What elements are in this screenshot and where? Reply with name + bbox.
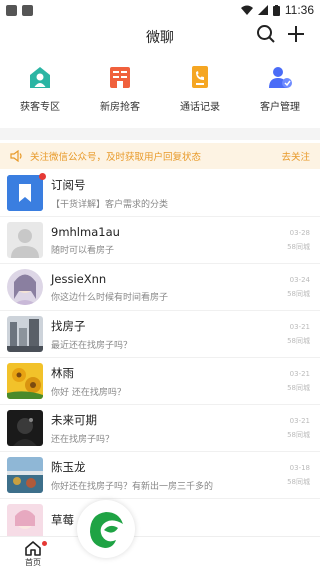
conversation-date: 03-21 [289, 370, 310, 378]
avatar [7, 222, 43, 258]
conversation-preview: 你好 还在找房吗？ [51, 387, 126, 398]
conversation-date: 03-28 [289, 229, 310, 237]
quick-action-call-log[interactable]: 通话记录 [160, 60, 240, 120]
quick-action-label: 通话记录 [180, 102, 220, 113]
conversation-preview: 还在找房子吗？ [51, 434, 115, 445]
conversation-row[interactable]: 找房子 最近还在找房子吗？ 03-21 58同城 [0, 311, 320, 358]
wifi-icon [240, 5, 253, 15]
page-title: 微聊 [146, 30, 174, 46]
conversation-preview: 随时可以看房子 [51, 245, 115, 256]
conversation-row[interactable]: JessieXnn 你这边什么时候有时间看房子 03-24 58同城 [0, 264, 320, 311]
avatar [7, 457, 43, 493]
header: 微聊 [0, 20, 320, 54]
avatar [7, 269, 43, 305]
avatar [7, 504, 43, 540]
conversation-preview: 最近还在找房子吗？ [51, 340, 133, 351]
unread-dot [39, 173, 46, 180]
avatar [7, 316, 43, 352]
notice-text: 关注微信公众号，及时获取用户回复状态 [30, 152, 202, 163]
quick-action-label: 客户管理 [260, 102, 300, 113]
bottom-tab-bar: 首页 [0, 536, 320, 570]
conversation-name: 找房子 [51, 318, 86, 333]
conversation-date: 03-21 [289, 323, 310, 331]
notice-bar[interactable]: 关注微信公众号，及时获取用户回复状态 去关注 [0, 143, 320, 169]
conversation-source: 58同城 [287, 243, 310, 251]
status-bar: 11:36 [0, 0, 320, 20]
conversation-date: 03-18 [289, 464, 310, 472]
conversation-name: 订阅号 [51, 177, 86, 192]
conversation-preview: 你这边什么时候有时间看房子 [51, 292, 169, 303]
conversation-list: 订阅号 【干货详解】客户需求的分类 9mhlma1au 随时可以看房子 03-2… [0, 170, 320, 546]
user-manage-icon [267, 64, 293, 90]
add-icon[interactable] [286, 24, 306, 44]
status-time: 11:36 [284, 3, 314, 17]
battery-icon [272, 4, 280, 16]
conversation-name: 未来可期 [51, 412, 97, 427]
tab-home[interactable]: 首页 [20, 540, 47, 568]
house-user-icon [27, 64, 53, 90]
conversation-row[interactable]: 订阅号 【干货详解】客户需求的分类 [0, 170, 320, 217]
quick-action-lead-zone[interactable]: 获客专区 [0, 60, 80, 120]
conversation-date: 03-24 [289, 276, 310, 284]
app-logo [77, 500, 135, 558]
conversation-row[interactable]: 陈玉龙 你好还在找房子吗？有新出一房三千多的 03-18 58同城 [0, 452, 320, 499]
conversation-preview: 【干货详解】客户需求的分类 [51, 199, 169, 210]
conversation-source: 58同城 [287, 290, 310, 298]
quick-action-customer-manage[interactable]: 客户管理 [240, 60, 320, 120]
notification-icons [6, 4, 33, 16]
quick-action-label: 新房抢客 [100, 102, 140, 113]
conversation-source: 58同城 [287, 431, 310, 439]
avatar [7, 173, 46, 211]
conversation-row[interactable]: 林雨 你好 还在找房吗？ 03-21 58同城 [0, 358, 320, 405]
signal-icon [257, 5, 268, 15]
avatar [7, 410, 43, 446]
bookmark-icon [7, 175, 43, 211]
conversation-row[interactable]: 未来可期 还在找房子吗？ 03-21 58同城 [0, 405, 320, 452]
conversation-name: JessieXnn [51, 271, 107, 286]
building-icon [107, 64, 133, 90]
conversation-source: 58同城 [287, 337, 310, 345]
leaf-logo-icon [90, 512, 123, 548]
conversation-row[interactable]: 9mhlma1au 随时可以看房子 03-28 58同城 [0, 217, 320, 264]
conversation-source: 58同城 [287, 384, 310, 392]
speaker-icon [10, 150, 22, 162]
conversation-name: 林雨 [51, 365, 74, 380]
conversation-name: 9mhlma1au [51, 224, 120, 239]
tab-home-label: 首页 [25, 558, 41, 567]
home-icon [25, 541, 41, 556]
quick-actions: 获客专区 新房抢客 通话记录 客户管理 [0, 60, 320, 120]
notification-icon [6, 4, 17, 16]
conversation-source: 58同城 [287, 478, 310, 486]
search-icon[interactable] [256, 24, 276, 44]
conversation-date: 03-21 [289, 417, 310, 425]
status-indicators: 11:36 [240, 3, 314, 17]
quick-action-label: 获客专区 [20, 102, 60, 113]
quick-action-new-house[interactable]: 新房抢客 [80, 60, 160, 120]
unread-dot [42, 541, 47, 546]
section-divider [0, 128, 320, 140]
follow-link[interactable]: 去关注 [281, 149, 310, 163]
conversation-preview: 你好还在找房子吗？有新出一房三千多的 [51, 481, 214, 492]
notification-icon [22, 4, 33, 16]
conversation-name: 陈玉龙 [51, 459, 86, 474]
phone-record-icon [187, 64, 213, 90]
avatar [7, 363, 43, 399]
